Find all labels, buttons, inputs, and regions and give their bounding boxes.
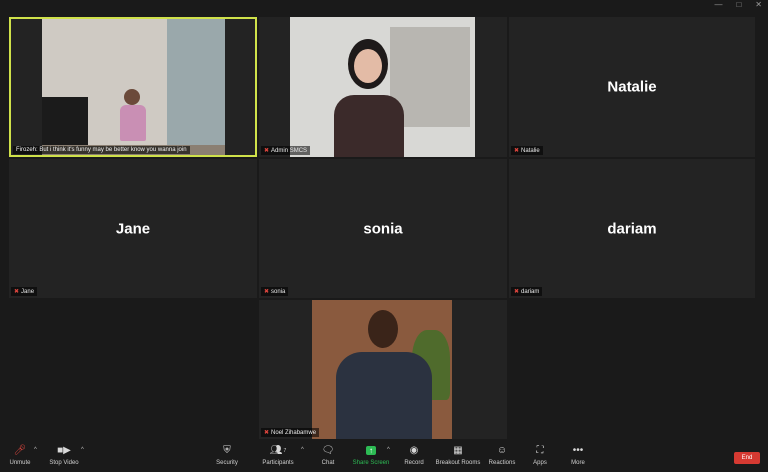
mic-muted-icon: ✖ — [264, 148, 270, 154]
audio-options-chevron-up-icon[interactable]: ^ — [34, 447, 37, 453]
participants-chevron-up-icon[interactable]: ^ — [301, 447, 304, 453]
video-camera-icon: ■▶ — [57, 445, 71, 456]
more-button[interactable]: ••• More — [556, 444, 600, 466]
nametag: ✖ sonia — [261, 287, 289, 296]
chat-button[interactable]: 🗨︎ Chat — [306, 444, 350, 466]
meeting-toolbar: 🎤︎ Unmute ^ ■▶ Stop Video ^ ⛨ Security 👥… — [0, 442, 768, 472]
video-tile-admin-smcs[interactable]: ✖ Admin SMCS — [259, 17, 507, 157]
mic-muted-icon: 🎤︎ — [13, 445, 27, 456]
video-glass-door — [167, 19, 225, 155]
video-tile-firozeh[interactable]: Firozeh: But i think it's funny may be b… — [9, 17, 257, 157]
video-television — [42, 97, 88, 145]
participant-head — [368, 310, 398, 348]
smiley-icon: ☺ — [496, 445, 508, 456]
participant-video — [42, 19, 225, 155]
record-button[interactable]: ◉ Record — [392, 444, 436, 466]
live-caption: Firozeh: But i think it's funny may be b… — [13, 146, 190, 154]
window-top-bar: — □ ✕ — [0, 0, 768, 14]
participant-name-large: Natalie — [607, 78, 657, 96]
participants-count: 7 — [283, 447, 287, 454]
share-screen-chevron-up-icon[interactable]: ^ — [387, 447, 390, 453]
participant-name-large: dariam — [607, 220, 657, 237]
participant-name-large: Jane — [115, 220, 151, 237]
security-button[interactable]: ⛨ Security — [205, 444, 249, 466]
mic-muted-icon: ✖ — [264, 430, 270, 436]
minimize-icon[interactable]: — — [714, 0, 722, 10]
mic-muted-icon: ✖ — [514, 148, 520, 154]
participant-video — [312, 300, 452, 439]
video-tile-noel-zihabamwe[interactable]: ✖ Noel Zihabamwe — [259, 300, 507, 439]
apps-icon: ⛶ — [536, 445, 544, 456]
participant-video — [290, 17, 475, 157]
people-icon: 👥︎ — [269, 445, 283, 456]
breakout-rooms-button[interactable]: ▦ Breakout Rooms — [436, 444, 481, 466]
video-tile-natalie[interactable]: Natalie ✖ Natalie — [509, 17, 755, 157]
video-tile-sonia[interactable]: sonia ✖ sonia — [259, 159, 507, 298]
nametag: ✖ Jane — [11, 287, 38, 296]
participant-face — [354, 49, 382, 83]
close-icon[interactable]: ✕ — [755, 0, 762, 10]
more-dots-icon: ••• — [572, 445, 584, 456]
video-options-chevron-up-icon[interactable]: ^ — [81, 447, 84, 453]
participants-button[interactable]: 👥︎ 7 Participants — [256, 444, 300, 466]
nametag: ✖ Noel Zihabamwe — [261, 428, 320, 437]
record-icon: ◉ — [409, 445, 419, 456]
video-tile-dariam[interactable]: dariam ✖ dariam — [509, 159, 755, 298]
participant-body — [334, 95, 404, 157]
chat-bubble-icon: 🗨︎ — [321, 445, 335, 456]
window-controls: — □ ✕ — [714, 0, 762, 10]
mic-muted-icon: ✖ — [14, 289, 20, 295]
video-tile-jane[interactable]: Jane ✖ Jane — [9, 159, 257, 298]
mic-muted-icon: ✖ — [514, 289, 520, 295]
participant-figure — [124, 89, 140, 105]
grid-icon: ▦ — [453, 445, 463, 456]
end-meeting-button[interactable]: End — [734, 452, 760, 464]
share-arrow-up-icon: ↑ — [366, 446, 376, 455]
participant-body — [336, 352, 432, 439]
nametag: ✖ Natalie — [511, 146, 543, 155]
maximize-icon[interactable]: □ — [736, 0, 741, 10]
stop-video-button[interactable]: ■▶ Stop Video — [42, 444, 86, 466]
mic-muted-icon: ✖ — [264, 289, 270, 295]
shield-icon: ⛨ — [223, 445, 231, 456]
participant-name-large: sonia — [363, 220, 403, 237]
nametag: ✖ Admin SMCS — [261, 146, 311, 155]
nametag: ✖ dariam — [511, 287, 543, 296]
participant-body — [120, 105, 146, 141]
